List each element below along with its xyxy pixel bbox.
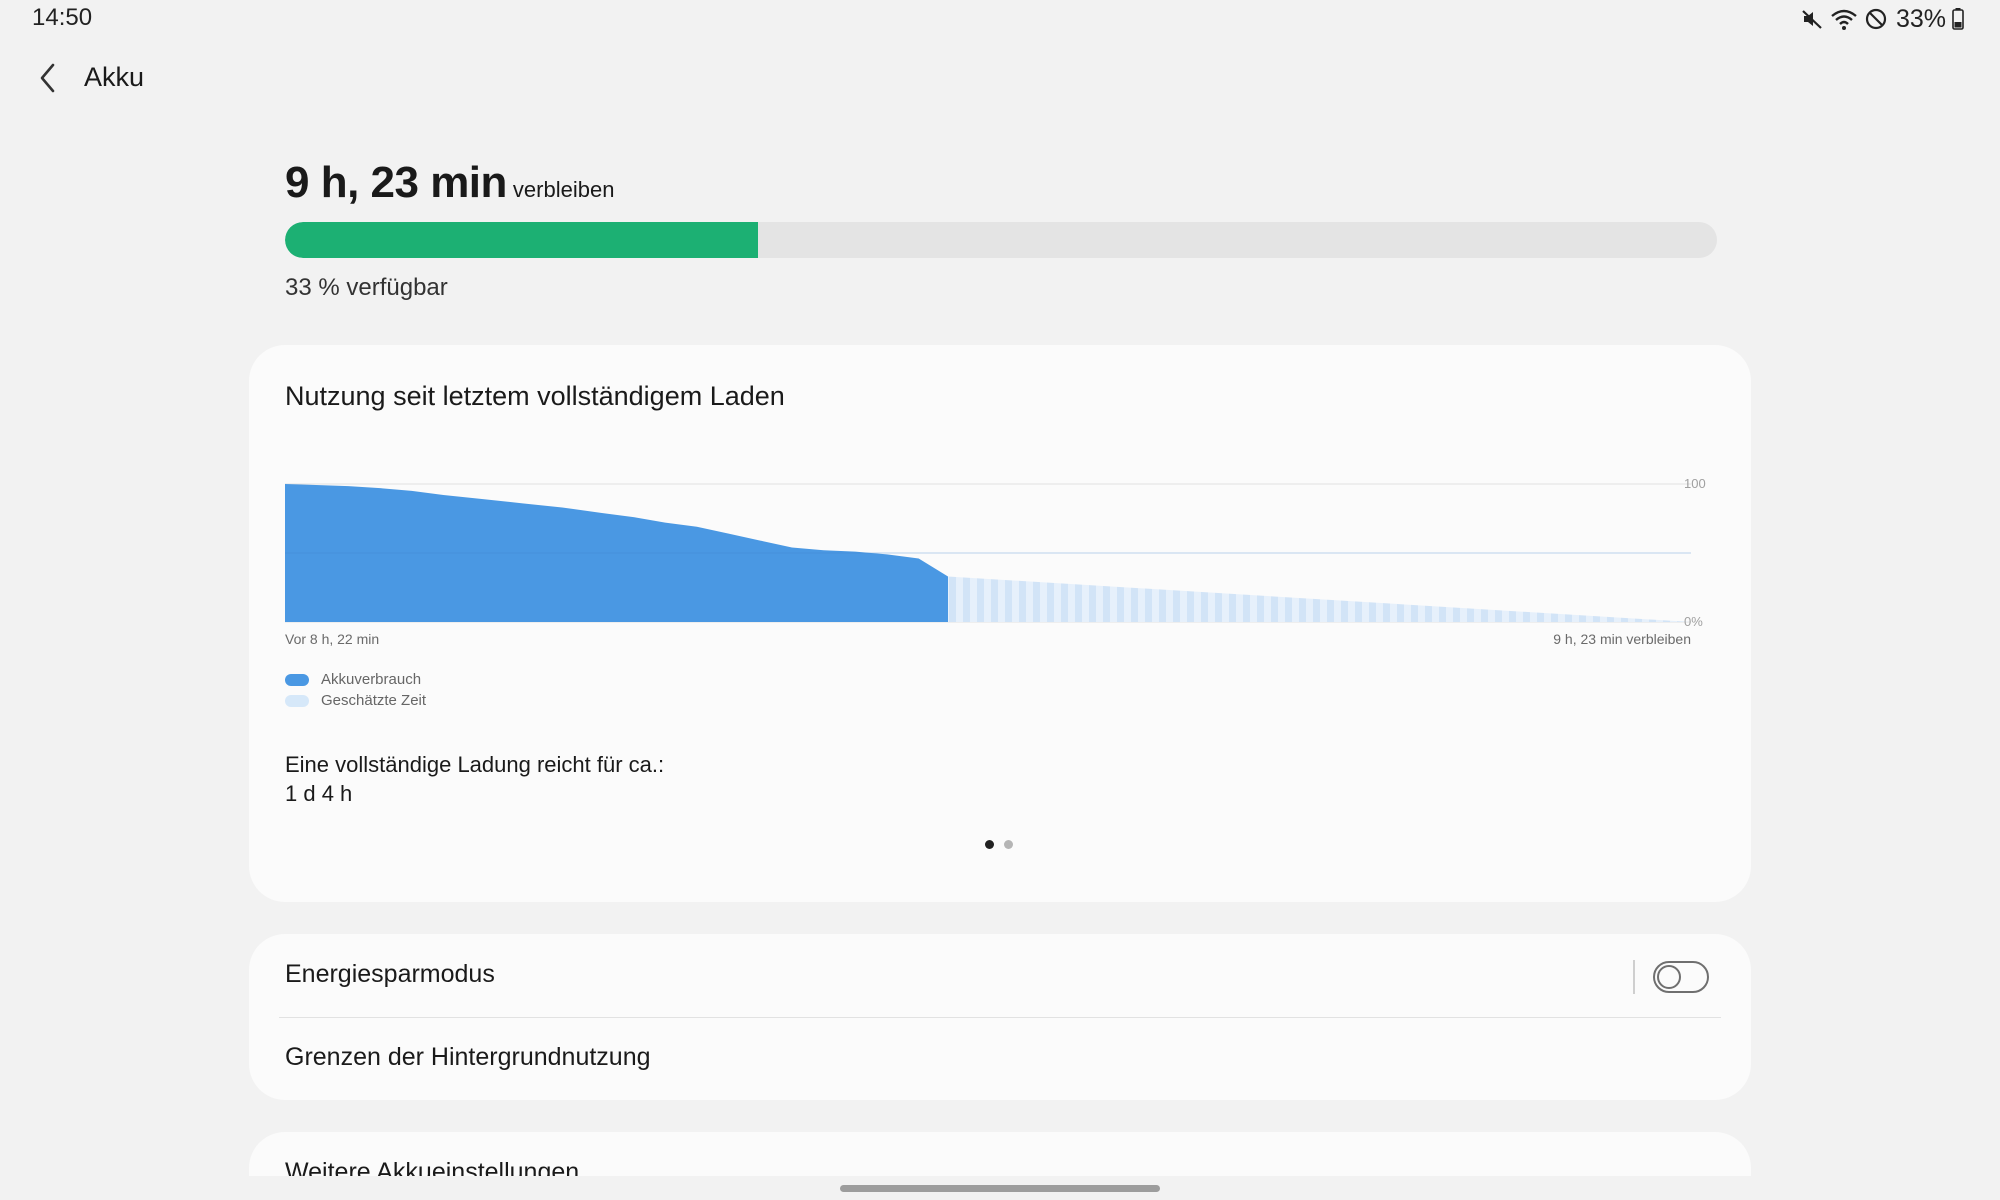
- power-saving-row[interactable]: Energiesparmodus: [249, 934, 1751, 1017]
- battery-settings-page: 14:50 33% Akku 9 h, 23 min verbleiben 33…: [0, 0, 2000, 1200]
- available-text: 33 % verfügbar: [285, 274, 448, 301]
- legend-label-estimate: Geschätzte Zeit: [321, 692, 427, 709]
- power-saving-toggle[interactable]: [1653, 961, 1709, 993]
- remaining-suffix: verbleiben: [512, 177, 615, 202]
- toggle-divider: [1633, 960, 1635, 994]
- page-dot[interactable]: [1004, 840, 1013, 849]
- do-not-disturb-icon: [1864, 7, 1888, 31]
- battery-level-bar: [285, 222, 1717, 258]
- battery-usage-chart: 100 0% Vor 8 h, 22 min 9 h, 23 min verbl…: [285, 476, 1706, 647]
- legend-item-usage: Akkuverbrauch: [285, 669, 426, 690]
- mute-icon: [1800, 7, 1824, 31]
- remaining-time: 9 h, 23 min: [285, 158, 507, 207]
- battery-summary: 9 h, 23 min verbleiben 33 % verfügbar: [285, 158, 1717, 302]
- battery-percent: 33%: [1895, 4, 1946, 33]
- chart-legend: Akkuverbrauch Geschätzte Zeit: [285, 669, 426, 711]
- status-bar: 14:50 33%: [0, 0, 2000, 40]
- gesture-nav-handle[interactable]: [840, 1185, 1160, 1192]
- app-bar: Akku: [0, 56, 2000, 100]
- wifi-icon: [1830, 7, 1858, 31]
- settings-card: Energiesparmodus Grenzen der Hintergrund…: [249, 934, 1751, 1100]
- back-button[interactable]: [30, 60, 66, 96]
- legend-item-estimate: Geschätzte Zeit: [285, 690, 426, 711]
- y-tick-label-top: 100: [1684, 476, 1706, 491]
- estimate-area-series: [947, 576, 1691, 622]
- background-limits-row[interactable]: Grenzen der Hintergrundnutzung: [249, 1017, 1751, 1100]
- background-limits-label: Grenzen der Hintergrundnutzung: [285, 1043, 651, 1071]
- legend-swatch-estimate: [285, 694, 309, 707]
- toggle-knob: [1657, 965, 1681, 989]
- full-charge-value: 1 d 4 h: [285, 781, 353, 806]
- legend-label-usage: Akkuverbrauch: [321, 671, 422, 688]
- usage-card[interactable]: Nutzung seit letztem vollständigem Laden…: [249, 345, 1751, 902]
- page-title: Akku: [84, 62, 145, 92]
- x-end-label: 9 h, 23 min verbleiben: [1553, 631, 1691, 647]
- full-charge-estimate: Eine vollständige Ladung reicht für ca.:…: [285, 750, 664, 808]
- status-time: 14:50: [32, 4, 93, 31]
- page-dot[interactable]: [985, 840, 994, 849]
- battery-icon: [1952, 7, 1964, 31]
- power-saving-label: Energiesparmodus: [285, 960, 495, 988]
- chevron-left-icon: [40, 63, 55, 93]
- page-indicator[interactable]: [985, 840, 1013, 849]
- full-charge-label: Eine vollständige Ladung reicht für ca.:: [285, 752, 665, 777]
- remaining-time-row: 9 h, 23 min verbleiben: [285, 158, 1717, 208]
- battery-level-fill: [285, 222, 758, 258]
- y-tick-label-bottom: 0%: [1684, 614, 1703, 629]
- legend-swatch-usage: [285, 673, 309, 686]
- status-icons: 33%: [1800, 4, 1964, 34]
- x-start-label: Vor 8 h, 22 min: [285, 631, 379, 647]
